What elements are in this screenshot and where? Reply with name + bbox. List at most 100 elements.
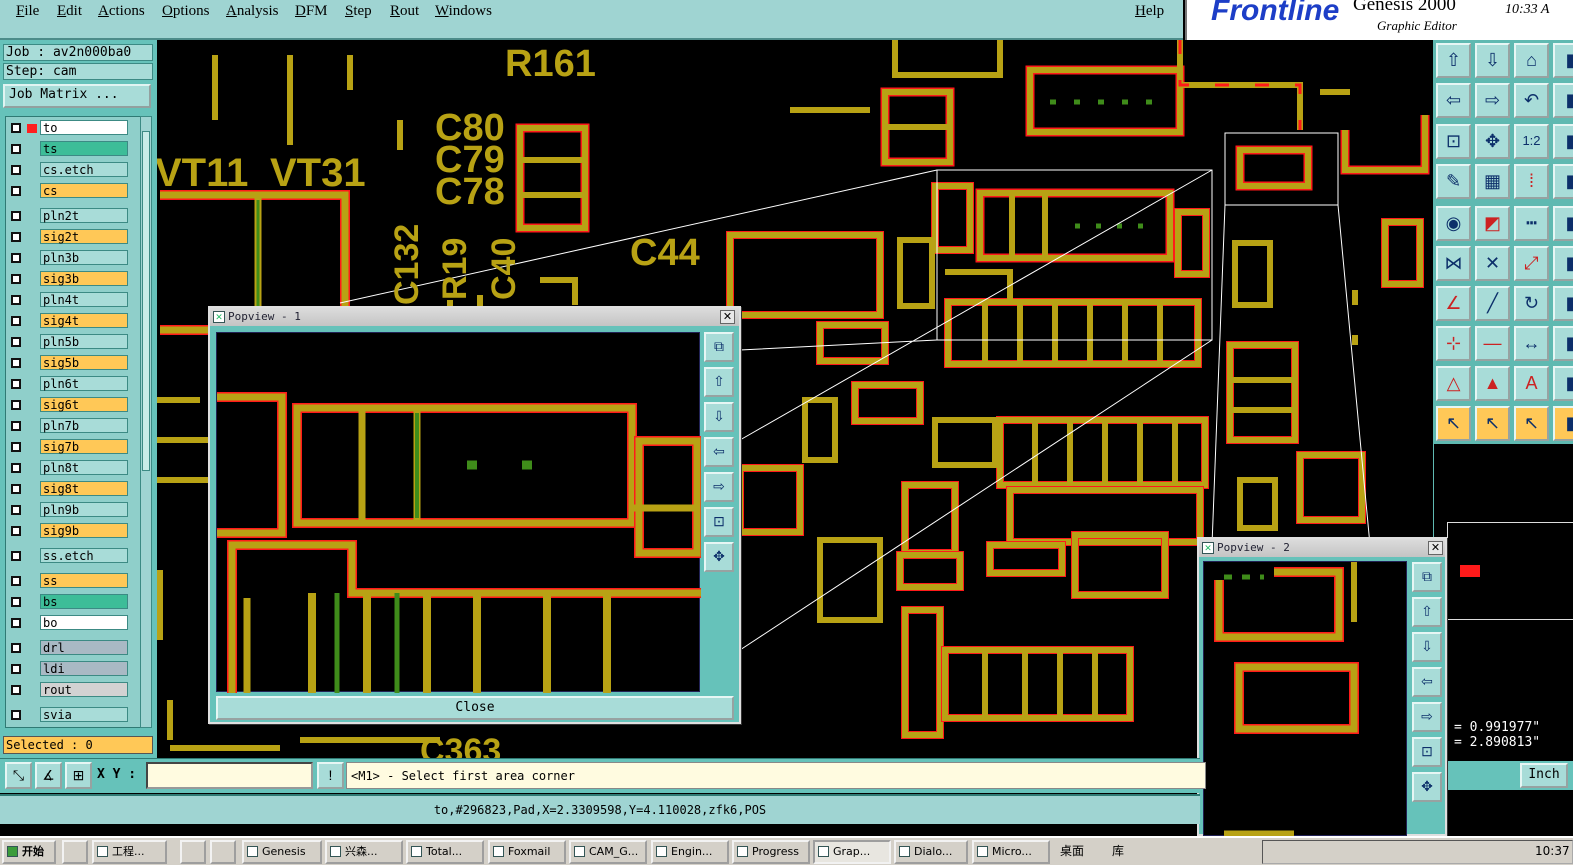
- layer-checkbox[interactable]: [11, 576, 21, 586]
- draw-line-icon[interactable]: ∠: [1436, 286, 1471, 321]
- toolbar-icon[interactable]: ▮: [1553, 246, 1573, 281]
- zoom-center-icon[interactable]: ✥: [1475, 124, 1510, 159]
- toolbar-icon[interactable]: ▮: [1553, 366, 1573, 401]
- quick-launch-icon[interactable]: [210, 840, 236, 864]
- home-icon[interactable]: ⌂: [1514, 43, 1549, 78]
- taskbar-item[interactable]: Genesis: [242, 840, 322, 864]
- layer-checkbox[interactable]: [11, 463, 21, 473]
- layer-checkbox[interactable]: [11, 295, 21, 305]
- menu-help[interactable]: Help: [1135, 3, 1164, 20]
- layer-checkbox[interactable]: [11, 526, 21, 536]
- alert-icon[interactable]: !: [317, 762, 344, 789]
- zoom-fit-icon[interactable]: ⊡: [704, 507, 734, 537]
- layer-checkbox[interactable]: [11, 685, 21, 695]
- layer-row-pln4t[interactable]: pln4t: [6, 291, 143, 308]
- palette-icon[interactable]: ✎: [1436, 164, 1471, 199]
- zoom-center-icon[interactable]: ✥: [704, 542, 734, 572]
- layer-row-sig2t[interactable]: sig2t: [6, 228, 143, 245]
- layer-checkbox[interactable]: [11, 165, 21, 175]
- layer-checkbox[interactable]: [11, 710, 21, 720]
- layer-name[interactable]: pln3b: [40, 250, 128, 265]
- text-icon[interactable]: A: [1514, 366, 1549, 401]
- toolbar-icon[interactable]: ▮: [1553, 326, 1573, 361]
- layer-name[interactable]: ss.etch: [40, 548, 128, 563]
- layer-row-ss-etch[interactable]: ss.etch: [6, 547, 143, 564]
- layer-row-sig4t[interactable]: sig4t: [6, 312, 143, 329]
- zoom-back-icon[interactable]: ↶: [1514, 83, 1549, 118]
- menu-rout[interactable]: Rout: [390, 3, 419, 20]
- layer-checkbox[interactable]: [11, 144, 21, 154]
- layer-row-pln2t[interactable]: pln2t: [6, 207, 143, 224]
- close-icon[interactable]: ✕: [720, 310, 735, 324]
- layer-row-rout[interactable]: rout: [6, 681, 143, 698]
- toolbar-icon[interactable]: ▮: [1553, 206, 1573, 241]
- layer-row-pln3b[interactable]: pln3b: [6, 249, 143, 266]
- xy-input[interactable]: [146, 762, 313, 789]
- layer-checkbox[interactable]: [11, 211, 21, 221]
- taskbar-item[interactable]: 工程...: [92, 840, 167, 864]
- layer-name[interactable]: rout: [40, 682, 128, 697]
- pan-left-icon[interactable]: ⇦: [1412, 667, 1442, 697]
- layer-name[interactable]: svia: [40, 707, 128, 722]
- toolbar-icon[interactable]: ▮: [1553, 164, 1573, 199]
- menu-analysis[interactable]: Analysis: [226, 3, 279, 20]
- select-icon[interactable]: ↖: [1475, 406, 1510, 441]
- zoom-window-icon[interactable]: ⤡: [5, 762, 32, 789]
- arrow-up-triangle-icon[interactable]: ▲: [1475, 366, 1510, 401]
- layer-checkbox[interactable]: [11, 551, 21, 561]
- arc-icon[interactable]: ↻: [1514, 286, 1549, 321]
- layer-scrollbar[interactable]: [140, 116, 152, 728]
- menu-windows[interactable]: Windows: [435, 3, 492, 20]
- layer-name[interactable]: pln7b: [40, 418, 128, 433]
- pointer-icon[interactable]: ↖: [1436, 406, 1471, 441]
- layer-row-ts[interactable]: ts: [6, 140, 143, 157]
- layer-row-sig6t[interactable]: sig6t: [6, 396, 143, 413]
- move-point-icon[interactable]: ⤢: [1514, 246, 1549, 281]
- layer-name[interactable]: cs.etch: [40, 162, 128, 177]
- layer-checkbox[interactable]: [11, 664, 21, 674]
- ruler-icon[interactable]: ┅: [1514, 206, 1549, 241]
- move-up-icon[interactable]: ⇧: [1436, 43, 1471, 78]
- layer-checkbox[interactable]: [11, 618, 21, 628]
- layer-row-sig9b[interactable]: sig9b: [6, 522, 143, 539]
- units-button[interactable]: Inch: [1520, 763, 1568, 788]
- select-area-icon[interactable]: ↖: [1514, 406, 1549, 441]
- layer-name[interactable]: sig2t: [40, 229, 128, 244]
- close-button[interactable]: Close: [216, 696, 734, 720]
- taskbar-item[interactable]: Engin...: [651, 840, 729, 864]
- pan-right-icon[interactable]: ⇨: [1475, 83, 1510, 118]
- zoom-fit-icon[interactable]: ⊡: [1436, 124, 1471, 159]
- scrollbar-thumb[interactable]: [142, 131, 150, 471]
- layer-checkbox[interactable]: [11, 253, 21, 263]
- taskbar-item[interactable]: Total...: [406, 840, 484, 864]
- layer-row-svia[interactable]: svia: [6, 706, 143, 723]
- quick-launch-icon[interactable]: [62, 840, 88, 864]
- layer-checkbox[interactable]: [11, 400, 21, 410]
- grid-icon[interactable]: ▦: [1475, 164, 1510, 199]
- taskbar-item[interactable]: Progress: [732, 840, 810, 864]
- popview-1-viewport[interactable]: [216, 332, 702, 693]
- delete-icon[interactable]: ✕: [1475, 246, 1510, 281]
- move-up-icon[interactable]: ⇧: [1412, 597, 1442, 627]
- layer-row-v-cut[interactable]: v-cut: [6, 727, 144, 728]
- layers-icon[interactable]: ⁞: [1514, 164, 1549, 199]
- toolbar-icon[interactable]: ▮: [1553, 83, 1573, 118]
- layer-checkbox[interactable]: [11, 186, 21, 196]
- popview-2-viewport[interactable]: [1203, 561, 1407, 838]
- layer-row-to[interactable]: to: [6, 119, 143, 136]
- layer-checkbox[interactable]: [11, 505, 21, 515]
- connect-icon[interactable]: ⋈: [1436, 246, 1471, 281]
- move-down-icon[interactable]: ⇩: [1412, 632, 1442, 662]
- layer-row-pln7b[interactable]: pln7b: [6, 417, 143, 434]
- close-icon[interactable]: ✕: [1428, 541, 1443, 555]
- zoom-ratio-icon[interactable]: 1:2: [1514, 124, 1549, 159]
- layer-row-pln9b[interactable]: pln9b: [6, 501, 143, 518]
- layer-row-sig8t[interactable]: sig8t: [6, 480, 143, 497]
- layer-row-ss[interactable]: ss: [6, 572, 143, 589]
- layer-checkbox[interactable]: [11, 358, 21, 368]
- layer-row-sig5b[interactable]: sig5b: [6, 354, 143, 371]
- layer-name[interactable]: sig6t: [40, 397, 128, 412]
- move-down-icon[interactable]: ⇩: [704, 402, 734, 432]
- menu-dfm[interactable]: DFM: [295, 3, 328, 20]
- layer-row-pln6t[interactable]: pln6t: [6, 375, 143, 392]
